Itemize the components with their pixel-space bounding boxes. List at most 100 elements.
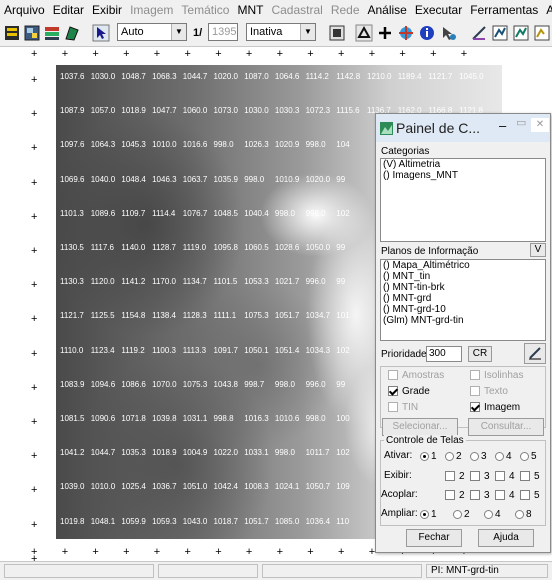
ativar-option-1[interactable]: 1	[420, 451, 445, 462]
grid-value: 1043.0	[182, 516, 208, 526]
list-item[interactable]: () MNT-tin-brk	[381, 282, 545, 293]
imagem-checkbox[interactable]: Imagem	[470, 402, 520, 413]
grid-node-marker: +	[31, 416, 38, 428]
move-icon[interactable]	[397, 23, 415, 42]
database-icon[interactable]	[3, 23, 21, 42]
acoplar-option-5[interactable]: 5	[520, 490, 545, 501]
consultar-button[interactable]: Consultar...	[468, 418, 544, 436]
list-item[interactable]: () MNT-grd	[381, 293, 545, 304]
grid-value: 1072.3	[305, 106, 331, 116]
acoplar-option-3[interactable]: 3	[470, 490, 495, 501]
grid-node-marker: +	[153, 546, 161, 558]
menu-item-10[interactable]: Ferramentas	[466, 0, 542, 20]
layers-visibility-button[interactable]: V	[530, 243, 546, 257]
grade-checkbox[interactable]: Grade	[388, 386, 430, 397]
grid-icon[interactable]	[328, 23, 346, 42]
query2-icon[interactable]	[512, 23, 530, 42]
grid-value: 110	[336, 516, 350, 526]
tin-checkbox[interactable]: TIN	[388, 402, 418, 413]
query3-icon[interactable]	[533, 23, 551, 42]
grid-node-marker: +	[123, 48, 130, 60]
scale-input[interactable]: 1395	[208, 23, 238, 41]
select-icon[interactable]	[440, 23, 458, 42]
grid-value: 1045.0	[459, 72, 484, 81]
query-icon[interactable]	[491, 23, 509, 42]
grid-value: 1053.3	[244, 277, 269, 287]
maximize-icon[interactable]: ▭	[516, 116, 526, 129]
status-bar: PI: MNT-grd-tin	[0, 561, 552, 580]
exibir-option-5[interactable]: 5	[520, 471, 545, 482]
selecionar-button[interactable]: Selecionar...	[382, 418, 458, 436]
ajuda-button[interactable]: Ajuda	[478, 529, 534, 547]
amostras-checkbox[interactable]: Amostras	[388, 370, 444, 381]
menu-item-3[interactable]: Imagem	[126, 0, 177, 20]
ativar-option-3[interactable]: 3	[470, 451, 495, 462]
menu-item-5[interactable]: MNT	[233, 0, 267, 20]
option-label: 3	[481, 451, 487, 462]
ativar-option-4[interactable]: 4	[495, 451, 520, 462]
zoom-in-icon[interactable]	[376, 23, 394, 42]
priority-input[interactable]: 300	[426, 346, 462, 362]
minimize-icon[interactable]: –	[499, 118, 506, 133]
ativar-option-2[interactable]: 2	[445, 451, 470, 462]
menu-item-4[interactable]: Temático	[177, 0, 233, 20]
acoplar-option-4[interactable]: 4	[495, 490, 520, 501]
layers-list[interactable]: () Mapa_Altimétrico() MNT_tin() MNT-tin-…	[380, 259, 546, 341]
grid-value: 1111.1	[213, 311, 237, 321]
fechar-button[interactable]: Fechar	[406, 529, 462, 547]
panel-title-bar[interactable]: Painel de C... – ▭ ✕	[376, 114, 550, 142]
list-item[interactable]: () MNT-grd-10	[381, 304, 545, 315]
grid-value: 1041.2	[60, 448, 85, 458]
menu-item-0[interactable]: Arquivo	[0, 0, 49, 20]
grid-value: 1033.1	[244, 448, 269, 458]
menu-item-8[interactable]: Análise	[364, 0, 411, 20]
view-icon[interactable]	[23, 23, 41, 42]
grid-value: 99	[336, 174, 346, 184]
list-item[interactable]: () Imagens_MNT	[381, 170, 545, 181]
list-item[interactable]: (V) Altimetria	[381, 159, 545, 170]
ampliar-option-4[interactable]: 4	[484, 509, 515, 520]
grid-value: 1044.7	[90, 448, 116, 458]
checkbox-box	[495, 471, 505, 482]
categories-list[interactable]: (V) Altimetria() Imagens_MNT	[380, 158, 546, 242]
exibir-option-4[interactable]: 4	[495, 471, 520, 482]
list-item[interactable]: (Glm) MNT-grd-tin	[381, 315, 545, 326]
edit-line-icon[interactable]	[470, 23, 488, 42]
grid-value: 1114.4	[152, 208, 176, 218]
menu-item-1[interactable]: Editar	[49, 0, 88, 20]
layers-icon[interactable]	[43, 23, 61, 42]
grid-value: 1016.6	[182, 140, 208, 150]
texto-checkbox[interactable]: Texto	[470, 386, 508, 397]
grid-value: 100	[336, 414, 350, 423]
exibir-option-3[interactable]: 3	[470, 471, 495, 482]
menu-item-7[interactable]: Rede	[327, 0, 364, 20]
list-item[interactable]: () MNT_tin	[381, 271, 545, 282]
ampliar-option-8[interactable]: 8	[515, 509, 546, 520]
grid-value: 1028.6	[274, 243, 300, 252]
menu-item-2[interactable]: Exibir	[88, 0, 126, 20]
ampliar-option-1[interactable]: 1	[420, 509, 453, 520]
state-combo[interactable]: Inativa ▼	[246, 23, 316, 41]
isolinhas-checkbox[interactable]: Isolinhas	[470, 370, 523, 381]
menu-item-9[interactable]: Executar	[411, 0, 466, 20]
grid-value: 1039.8	[152, 414, 177, 423]
acoplar-option-2[interactable]: 2	[445, 490, 470, 501]
edit-button[interactable]	[524, 343, 546, 364]
menu-item-6[interactable]: Cadastral	[267, 0, 326, 20]
ativar-option-5[interactable]: 5	[520, 451, 545, 462]
grid-value: 1010.0	[90, 482, 116, 492]
cr-button[interactable]: CR	[468, 346, 492, 362]
grid-node-marker: +	[61, 48, 69, 60]
close-icon[interactable]: ✕	[531, 118, 549, 132]
menu-item-11[interactable]: Ajuda	[542, 0, 552, 20]
pan-icon[interactable]	[355, 23, 373, 42]
grid-value: 1057.0	[90, 106, 116, 116]
mode-combo[interactable]: Auto ▼	[117, 23, 187, 41]
list-item[interactable]: () Mapa_Altimétrico	[381, 260, 545, 271]
ampliar-option-2[interactable]: 2	[453, 509, 484, 520]
draw-icon[interactable]	[63, 23, 81, 42]
exibir-option-2[interactable]: 2	[445, 471, 470, 482]
info-icon[interactable]	[418, 23, 436, 42]
pointer-icon[interactable]	[92, 23, 110, 42]
scale-value: 1395	[212, 26, 237, 38]
